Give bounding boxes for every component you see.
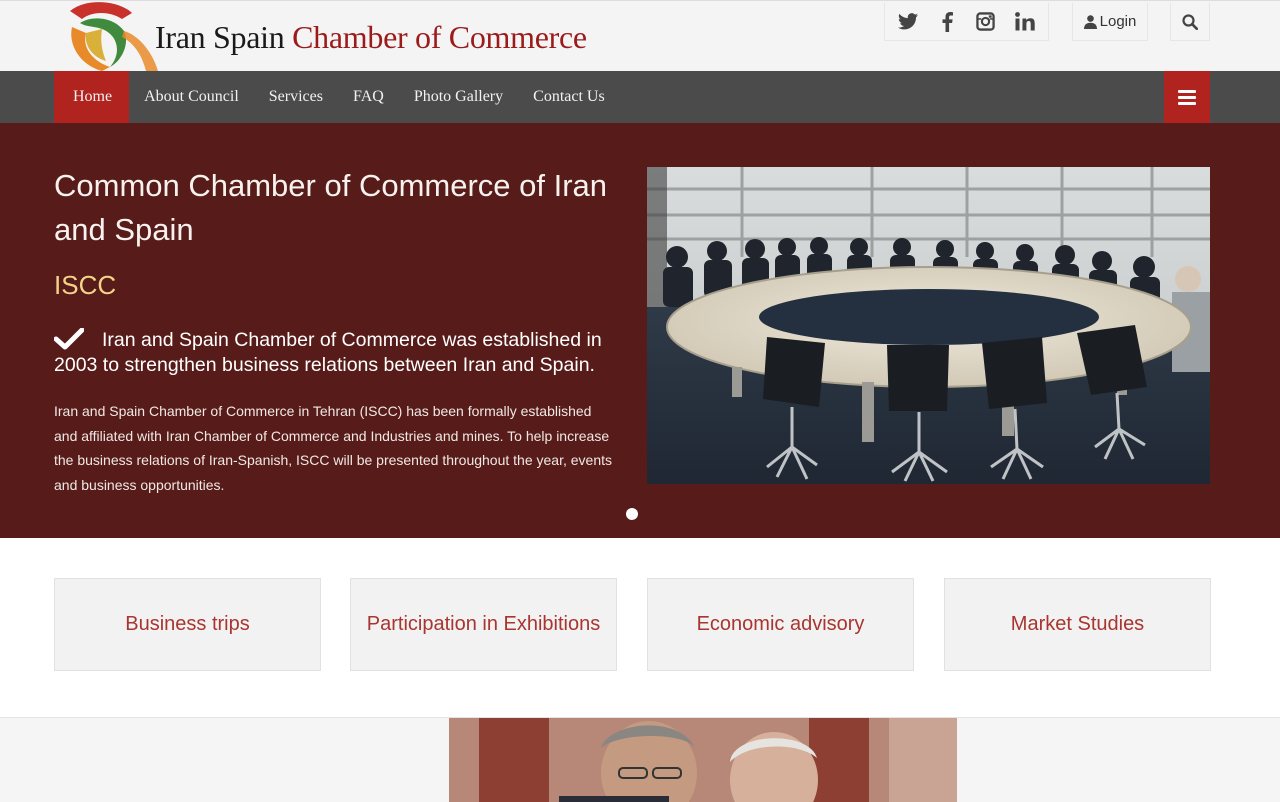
hero-lead-text: Iran and Spain Chamber of Commerce was e…	[54, 329, 602, 376]
nav-item-home[interactable]: Home	[54, 71, 130, 123]
site-title-part1: Iran Spain	[155, 19, 285, 55]
hero-slider: Common Chamber of Commerce of Iran and S…	[0, 123, 1280, 538]
hero-subtitle: ISCC	[54, 270, 117, 300]
login-label: Login	[1099, 13, 1137, 30]
hamburger-icon	[1178, 89, 1196, 105]
twitter-icon[interactable]	[896, 10, 920, 34]
hamburger-menu-button[interactable]	[1164, 71, 1210, 123]
hero-lead: Iran and Spain Chamber of Commerce was e…	[54, 328, 629, 378]
news-photo[interactable]	[449, 718, 957, 802]
service-economic-advisory[interactable]: Economic advisory	[647, 578, 914, 671]
nav-menu: Home About Council Services FAQ Photo Ga…	[54, 71, 620, 123]
service-participation-in-exhibitions[interactable]: Participation in Exhibitions	[350, 578, 617, 671]
login-button[interactable]: Login	[1072, 3, 1148, 41]
main-navigation: Home About Council Services FAQ Photo Ga…	[0, 71, 1280, 123]
instagram-icon[interactable]	[974, 10, 998, 34]
nav-item-about-council[interactable]: About Council	[129, 71, 254, 123]
site-title-part2: Chamber of Commerce	[292, 19, 587, 55]
user-icon	[1083, 14, 1097, 29]
service-market-studies[interactable]: Market Studies	[944, 578, 1211, 671]
site-header: Iran Spain Chamber of Commerce Login	[0, 0, 1280, 71]
search-button[interactable]	[1170, 3, 1210, 41]
service-business-trips[interactable]: Business trips	[54, 578, 321, 671]
nav-item-photo-gallery[interactable]: Photo Gallery	[399, 71, 518, 123]
facebook-icon[interactable]	[935, 10, 959, 34]
slider-dot[interactable]	[626, 508, 638, 520]
hero-title: Common Chamber of Commerce of Iran and S…	[54, 168, 608, 247]
checkmark-icon	[54, 328, 84, 350]
search-icon	[1182, 13, 1198, 30]
services-section: Business trips Participation in Exhibiti…	[0, 538, 1280, 718]
nav-item-contact-us[interactable]: Contact Us	[518, 71, 620, 123]
meeting-photo	[647, 167, 1210, 484]
nav-item-faq[interactable]: FAQ	[338, 71, 399, 123]
chamber-logo[interactable]	[62, 1, 162, 72]
social-links	[884, 3, 1049, 41]
nav-item-services[interactable]: Services	[254, 71, 338, 123]
hero-description: Iran and Spain Chamber of Commerce in Te…	[54, 403, 612, 493]
news-section	[0, 717, 1280, 802]
site-title[interactable]: Iran Spain Chamber of Commerce	[155, 18, 587, 56]
linkedin-icon[interactable]	[1013, 10, 1037, 34]
